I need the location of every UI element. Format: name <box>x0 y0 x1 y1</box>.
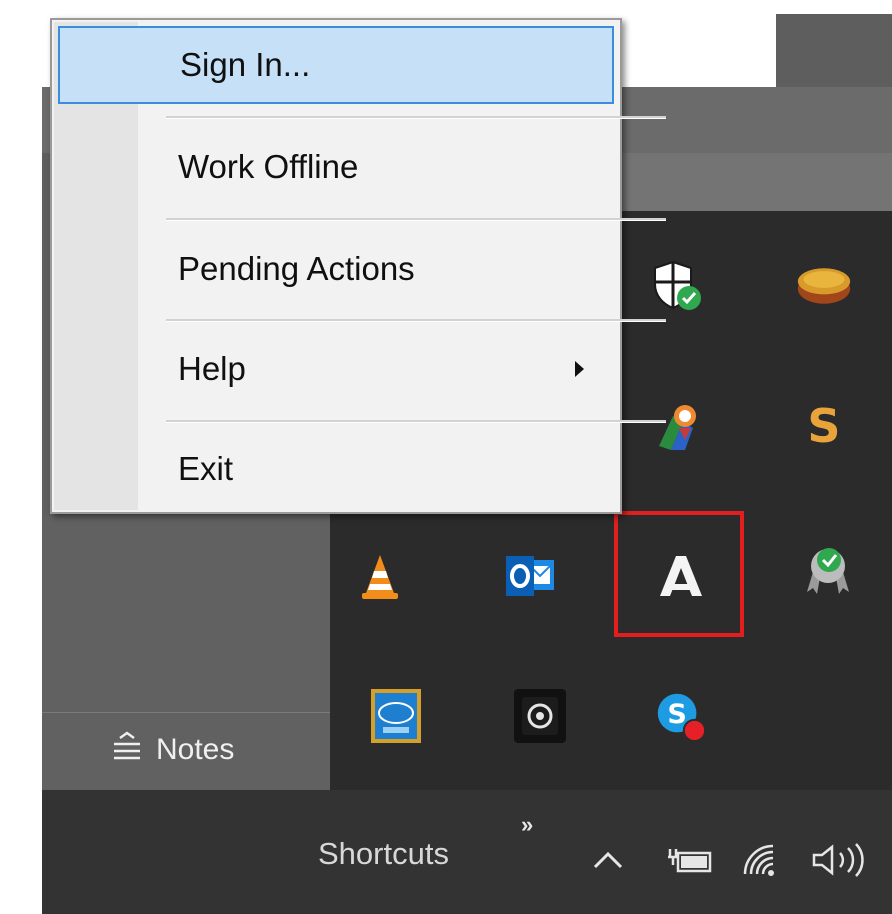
menu-item-label: Work Offline <box>178 148 359 185</box>
menu-item-help[interactable]: Help <box>58 330 614 408</box>
background-app-divider <box>42 712 330 713</box>
award-check-icon[interactable] <box>800 542 856 598</box>
notes-label: Notes <box>156 733 235 766</box>
outlook-icon[interactable] <box>502 548 558 604</box>
skype-icon[interactable]: S <box>652 688 708 744</box>
notes-icon <box>110 731 144 769</box>
menu-item-label: Exit <box>178 450 234 487</box>
notes-button[interactable]: Notes <box>110 722 234 778</box>
highlight-box <box>614 511 744 637</box>
menu-item-pending-actions[interactable]: Pending Actions <box>58 230 614 308</box>
menu-item-work-offline[interactable]: Work Offline <box>58 128 614 206</box>
wifi-icon[interactable] <box>738 836 784 884</box>
svg-text:S: S <box>667 699 686 730</box>
certificate-app-icon[interactable] <box>650 398 706 454</box>
menu-separator <box>166 319 666 322</box>
disk-app-icon[interactable] <box>796 258 852 314</box>
menu-separator <box>166 218 666 221</box>
battery-icon[interactable] <box>664 836 716 884</box>
windows-defender-shield-icon[interactable] <box>650 258 706 314</box>
webcam-app-icon[interactable] <box>512 688 568 744</box>
tray-context-menu: Sign In... Work Offline Pending Actions … <box>50 18 666 514</box>
s-app-icon[interactable]: S <box>796 398 852 454</box>
submenu-arrow-icon <box>575 361 584 377</box>
menu-item-sign-in[interactable]: Sign In... <box>58 26 614 104</box>
vlc-cone-icon[interactable] <box>352 548 408 604</box>
intel-app-icon[interactable] <box>368 688 424 744</box>
menu-item-label: Sign In... <box>180 46 311 83</box>
menu-separator <box>166 116 666 119</box>
volume-icon[interactable] <box>806 836 882 884</box>
background-app-titlebar <box>776 14 892 87</box>
shortcuts-toolbar-label[interactable]: Shortcuts <box>318 836 449 872</box>
background-app-panel-band <box>620 153 892 211</box>
toolbar-overflow-chevron[interactable]: » <box>521 812 533 838</box>
show-hidden-icons-chevron-icon[interactable] <box>586 836 630 884</box>
menu-item-label: Pending Actions <box>178 250 415 287</box>
menu-separator <box>166 420 666 423</box>
menu-item-label: Help <box>178 350 246 387</box>
menu-item-exit[interactable]: Exit <box>58 430 614 508</box>
